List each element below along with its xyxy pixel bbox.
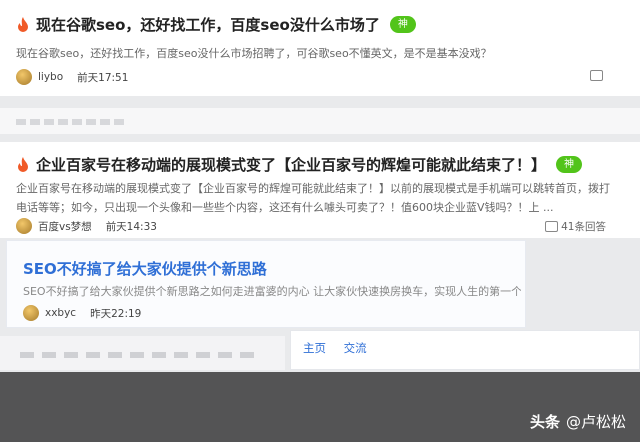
hot-badge: 神 [556,156,583,173]
post-time: 昨天22:19 [90,307,142,320]
post-card[interactable]: 企业百家号在移动端的展现模式变了【企业百家号的辉煌可能就此结束了！】 神 企业百… [0,142,640,238]
blurred-text [20,352,260,358]
post-time: 前天14:33 [105,220,157,233]
comment-count-text[interactable]: 41条回答 [561,219,606,234]
post-description: 企业百家号在移动端的展现模式变了【企业百家号的辉煌可能就此结束了！】以前的展现模… [16,182,610,214]
post-title[interactable]: 企业百家号在移动端的展现模式变了【企业百家号的辉煌可能就此结束了！】 神 [16,154,583,175]
post-author[interactable]: 百度vs梦想 [38,219,92,234]
avatar[interactable] [16,218,32,234]
watermark-handle: @卢松松 [565,413,626,431]
breadcrumb-home[interactable]: 主页 [303,341,326,355]
watermark: 头条 @卢松松 [530,411,626,432]
post-description: SEO不好搞了给大家伙提供个新思路之如何走进富婆的内心 让大家伙快速换房换车，实… [23,285,521,298]
post-meta: 百度vs梦想 前天14:33 [16,218,157,234]
hot-badge: 神 [389,16,416,33]
post-card[interactable]: 现在谷歌seo，还好找工作，百度seo没什么市场了 神 现在谷歌seo，还好找工… [0,0,640,96]
comment-icon [590,70,603,81]
post-author[interactable]: xxbyc [45,307,76,319]
fire-icon [18,16,28,32]
fire-icon [18,156,28,172]
post-author[interactable]: liybo [38,71,63,83]
footer-overlay: 头条 @卢松松 [0,372,640,442]
blurred-text [16,119,126,125]
post-card[interactable]: SEO不好搞了给大家伙提供个新思路 SEO不好搞了给大家伙提供个新思路之如何走进… [6,240,526,328]
post-title-text[interactable]: 企业百家号在移动端的展现模式变了【企业百家号的辉煌可能就此结束了！】 [36,154,546,175]
partial-post-strip [0,336,285,370]
post-description: 现在谷歌seo，还好找工作，百度seo没什么市场招聘了，可谷歌seo不懂英文，是… [16,47,492,60]
comment-count[interactable] [590,70,606,81]
partial-post-strip [0,108,640,134]
post-title-text[interactable]: 现在谷歌seo，还好找工作，百度seo没什么市场了 [36,14,380,35]
post-title[interactable]: 现在谷歌seo，还好找工作，百度seo没什么市场了 神 [16,14,416,35]
avatar[interactable] [16,69,32,85]
breadcrumb: 主页 交流 [290,330,640,370]
comment-count[interactable]: 41条回答 [545,219,606,234]
watermark-brand: 头条 [529,413,560,431]
post-time: 前天17:51 [77,71,129,84]
post-meta: xxbyc 昨天22:19 [23,305,141,321]
post-title[interactable]: SEO不好搞了给大家伙提供个新思路 [23,258,267,279]
comment-icon [545,221,559,232]
breadcrumb-section[interactable]: 交流 [344,341,367,355]
post-meta: liybo 前天17:51 [16,69,128,85]
avatar[interactable] [23,305,39,321]
